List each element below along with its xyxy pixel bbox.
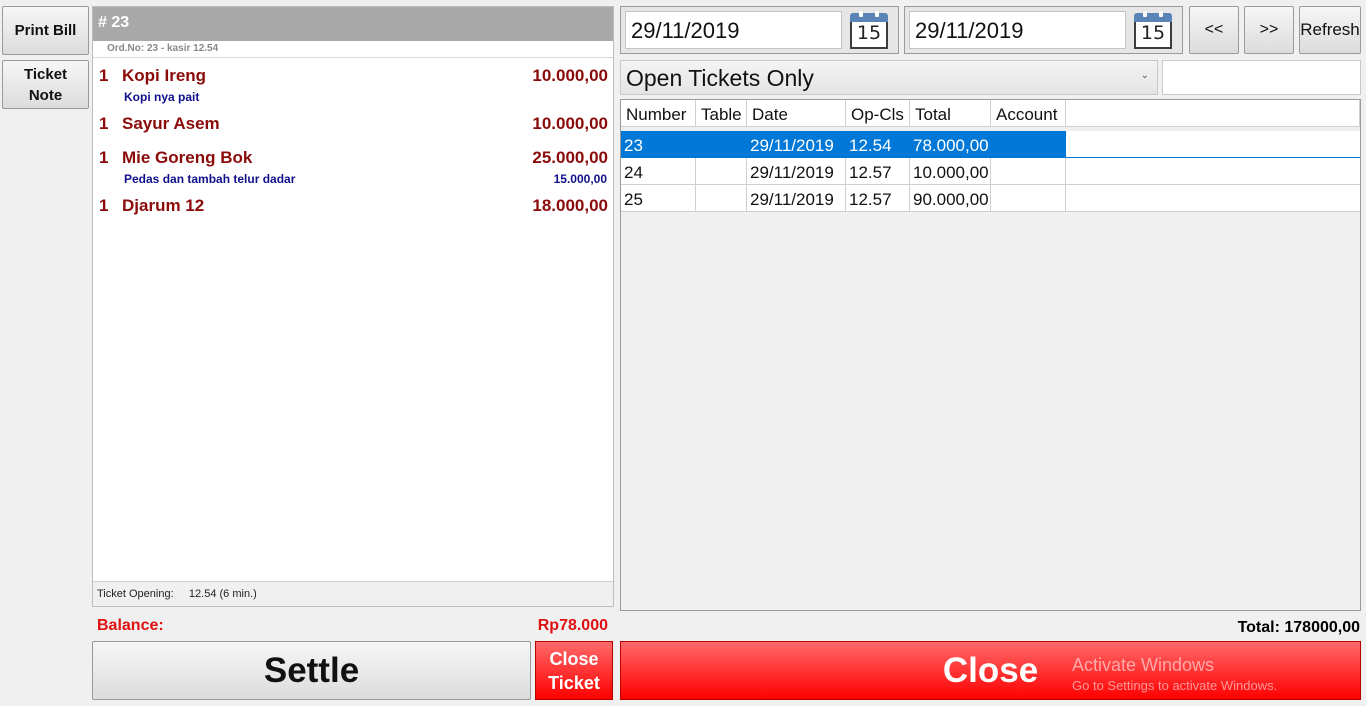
activation-watermark: Activate Windows Go to Settings to activ… [1072, 655, 1277, 693]
cell-total: 90.000,00 [910, 185, 991, 212]
start-date-field[interactable]: 29/11/2019 [625, 11, 842, 49]
refresh-button[interactable]: Refresh [1299, 6, 1361, 54]
col-account[interactable]: Account [991, 100, 1066, 127]
watermark-subtitle: Go to Settings to activate Windows. [1072, 678, 1278, 693]
cell-account [991, 131, 1066, 158]
grand-total: Total: 178000,00 [1237, 619, 1360, 636]
line-price: 10.000,00 [532, 114, 608, 133]
close-ticket-button[interactable]: Close Ticket [535, 641, 613, 700]
close-ticket-label-2: Ticket [548, 672, 600, 693]
cell-number: 24 [621, 158, 696, 185]
grid-header: Number Table Date Op-Cls Total Account [621, 100, 1360, 127]
table-row[interactable]: 23 29/11/2019 12.54 78.000,00 [621, 131, 1360, 158]
prev-label: << [1204, 21, 1224, 38]
line-name: Djarum 12 [122, 196, 205, 215]
chevron-down-icon: ⌄ [1140, 70, 1149, 81]
col-total[interactable]: Total [910, 100, 991, 127]
cell-opcls: 12.57 [846, 158, 910, 185]
end-date-field[interactable]: 29/11/2019 [909, 11, 1126, 49]
col-date[interactable]: Date [747, 100, 846, 127]
end-date-picker: 29/11/2019 15 [904, 6, 1183, 54]
watermark-title: Activate Windows [1072, 655, 1215, 675]
table-row[interactable]: 24 29/11/2019 12.57 10.000,00 [621, 158, 1360, 185]
calendar-icon[interactable]: 15 [850, 11, 888, 49]
col-table[interactable]: Table [696, 100, 747, 127]
cell-opcls: 12.54 [846, 131, 910, 158]
cell-total: 10.000,00 [910, 158, 991, 185]
ticket-opening: Ticket Opening: 12.54 (6 min.) [93, 581, 613, 606]
close-label: Close [942, 650, 1039, 690]
ticket-line[interactable]: 1 Djarum 12 18.000,00 [93, 188, 613, 215]
line-note: Pedas dan tambah telur dadar 15.000,00 [93, 166, 613, 186]
line-qty: 1 [99, 196, 109, 215]
print-bill-label: Print Bill [14, 22, 77, 39]
ticket-panel: # 23 Ord.No: 23 - kasir 12.54 1 Kopi Ire… [92, 6, 614, 607]
calendar-day: 15 [1134, 22, 1172, 49]
balance-value: Rp78.000 [537, 617, 608, 634]
search-input[interactable] [1162, 60, 1361, 95]
ticket-line[interactable]: 1 Kopi Ireng 10.000,00 [93, 58, 613, 85]
cell-date: 29/11/2019 [747, 131, 846, 158]
cell-date: 29/11/2019 [747, 158, 846, 185]
print-bill-button[interactable]: Print Bill [2, 6, 89, 55]
ticket-line[interactable]: 1 Sayur Asem 10.000,00 [93, 106, 613, 133]
line-note-text: Pedas dan tambah telur dadar [124, 172, 296, 186]
cell-table [696, 131, 747, 158]
ticket-note-label-2: Note [28, 86, 63, 104]
ticket-filter-select[interactable]: Open Tickets Only ⌄ [620, 60, 1158, 95]
line-qty: 1 [99, 66, 109, 85]
table-row[interactable]: 25 29/11/2019 12.57 90.000,00 [621, 185, 1360, 212]
ticket-note-button[interactable]: Ticket Note [2, 60, 89, 109]
prev-button[interactable]: << [1189, 6, 1239, 54]
close-ticket-label-1: Close [549, 648, 599, 669]
ticket-subtitle: Ord.No: 23 - kasir 12.54 [93, 41, 613, 58]
tickets-grid: Number Table Date Op-Cls Total Account 2… [620, 99, 1361, 611]
settle-button[interactable]: Settle [92, 641, 531, 700]
line-price: 18.000,00 [532, 196, 608, 215]
cell-number: 25 [621, 185, 696, 212]
line-note-text: Kopi nya pait [124, 90, 200, 104]
refresh-label: Refresh [1300, 20, 1360, 39]
cell-table [696, 185, 747, 212]
ticket-line[interactable]: 1 Mie Goreng Bok 25.000,00 [93, 140, 613, 167]
calendar-icon[interactable]: 15 [1134, 11, 1172, 49]
balance-label: Balance: [97, 617, 164, 634]
cell-table [696, 158, 747, 185]
line-price: 25.000,00 [532, 148, 608, 167]
ticket-title: # 23 [93, 7, 613, 41]
line-note: Kopi nya pait [93, 84, 613, 104]
next-button[interactable]: >> [1244, 6, 1294, 54]
start-date-picker: 29/11/2019 15 [620, 6, 899, 54]
cell-account [991, 185, 1066, 212]
next-label: >> [1259, 21, 1279, 38]
line-name: Sayur Asem [122, 114, 220, 133]
settle-label: Settle [263, 650, 360, 690]
col-number[interactable]: Number [621, 100, 696, 127]
cell-total: 78.000,00 [910, 131, 991, 158]
line-name: Mie Goreng Bok [122, 148, 253, 167]
cell-opcls: 12.57 [846, 185, 910, 212]
line-name: Kopi Ireng [122, 66, 207, 85]
ticket-opening-value: 12.54 (6 min.) [188, 588, 257, 600]
calendar-day: 15 [850, 22, 888, 49]
line-qty: 1 [99, 114, 109, 133]
line-qty: 1 [99, 148, 109, 167]
cell-account [991, 158, 1066, 185]
ticket-filter-value: Open Tickets Only [626, 65, 814, 91]
cell-number: 23 [621, 131, 696, 158]
col-opcls[interactable]: Op-Cls [846, 100, 910, 127]
cell-date: 29/11/2019 [747, 185, 846, 212]
ticket-opening-label: Ticket Opening: [97, 588, 174, 600]
line-note-price: 15.000,00 [553, 172, 607, 186]
line-price: 10.000,00 [532, 66, 608, 85]
ticket-note-label-1: Ticket [23, 65, 68, 83]
